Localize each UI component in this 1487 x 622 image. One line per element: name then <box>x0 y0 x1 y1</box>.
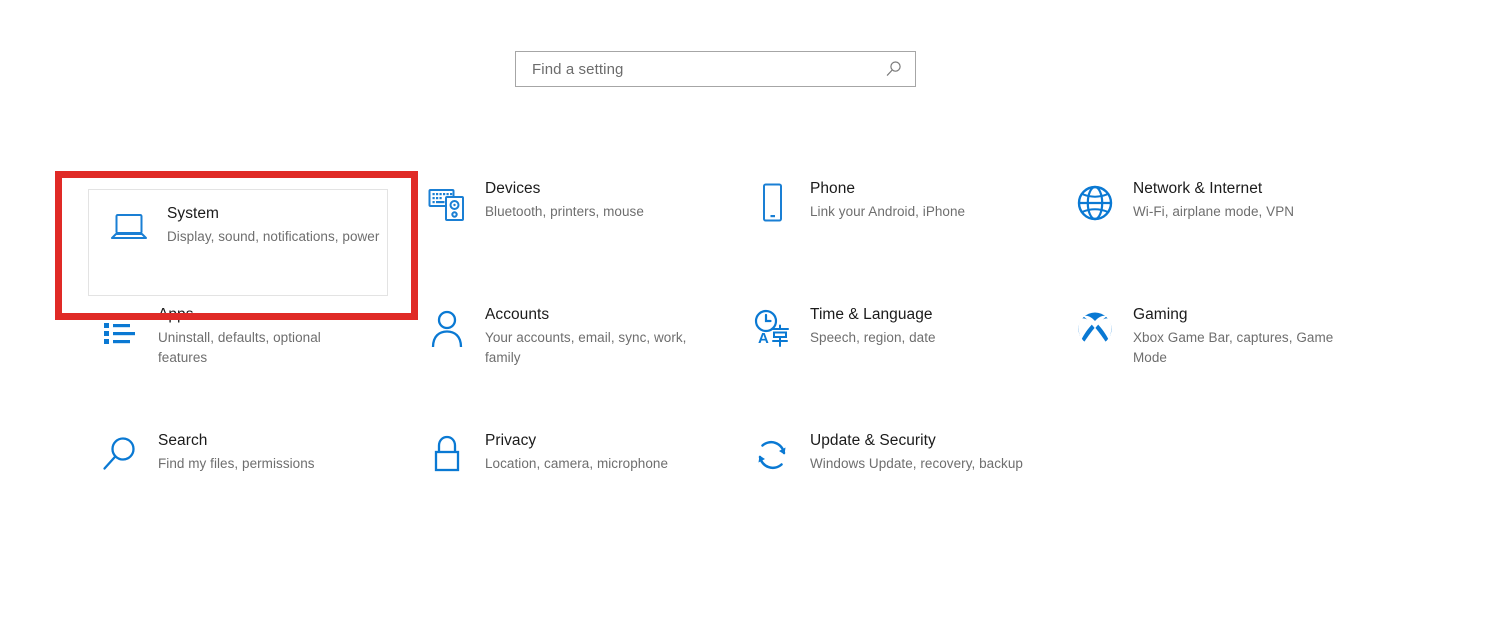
tile-privacy[interactable]: Privacy Location, camera, microphone <box>421 423 721 533</box>
tile-row: System Display, sound, notifications, po… <box>0 171 1487 297</box>
tile-text: Search Find my files, permissions <box>146 423 315 474</box>
xbox-icon <box>1069 303 1121 355</box>
tile-title: Accounts <box>485 306 550 323</box>
tile-desc: Display, sound, notifications, power <box>167 229 380 244</box>
tile-desc: Link your Android, iPhone <box>810 204 966 219</box>
tile-text: Privacy Location, camera, microphone <box>473 423 668 474</box>
tile-text: Devices Bluetooth, printers, mouse <box>473 171 644 222</box>
tile-time-language[interactable]: A Time & Language Speech, region, date <box>746 297 1046 407</box>
search-icon[interactable] <box>879 54 909 84</box>
search-input[interactable] <box>530 59 879 79</box>
tile-search[interactable]: Search Find my files, permissions <box>94 423 394 533</box>
tile-update-security[interactable]: Update & Security Windows Update, recove… <box>746 423 1046 533</box>
globe-icon <box>1069 177 1121 229</box>
tile-text: Gaming Xbox Game Bar, captures, Game Mod… <box>1121 297 1348 367</box>
tile-devices[interactable]: Devices Bluetooth, printers, mouse <box>421 171 721 281</box>
tile-text: Phone Link your Android, iPhone <box>798 171 965 222</box>
tile-title: Privacy <box>485 432 537 449</box>
refresh-icon <box>746 429 798 481</box>
keyboard-device-icon <box>421 177 473 229</box>
tile-desc: Find my files, permissions <box>158 456 315 471</box>
tile-title: Devices <box>485 180 541 197</box>
tile-text: Time & Language Speech, region, date <box>798 297 936 348</box>
tile-desc: Speech, region, date <box>810 330 936 345</box>
tile-desc: Xbox Game Bar, captures, Game Mode <box>1133 330 1334 365</box>
tile-desc: Your accounts, email, sync, work, family <box>485 330 687 365</box>
tile-gaming[interactable]: Gaming Xbox Game Bar, captures, Game Mod… <box>1069 297 1369 407</box>
list-icon <box>94 303 146 355</box>
tile-text: Accounts Your accounts, email, sync, wor… <box>473 297 700 367</box>
tile-title: System <box>167 205 219 222</box>
lock-icon <box>421 429 473 481</box>
tile-system[interactable]: System Display, sound, notifications, po… <box>88 189 388 296</box>
tile-desc: Wi-Fi, airplane mode, VPN <box>1133 204 1295 219</box>
settings-search[interactable] <box>515 51 916 87</box>
tile-row: Apps Uninstall, defaults, optional featu… <box>0 297 1487 423</box>
tile-text: Network & Internet Wi-Fi, airplane mode,… <box>1121 171 1294 222</box>
tile-row: Search Find my files, permissions Privac… <box>0 423 1487 549</box>
svg-text:A: A <box>758 330 769 347</box>
tile-text: System Display, sound, notifications, po… <box>155 190 379 247</box>
person-icon <box>421 303 473 355</box>
tile-phone[interactable]: Phone Link your Android, iPhone <box>746 171 1046 281</box>
tile-desc: Bluetooth, printers, mouse <box>485 204 644 219</box>
search-box[interactable] <box>515 51 916 87</box>
tile-title: Network & Internet <box>1133 180 1263 197</box>
tile-network-internet[interactable]: Network & Internet Wi-Fi, airplane mode,… <box>1069 171 1369 281</box>
clock-language-icon: A <box>746 303 798 355</box>
phone-icon <box>746 177 798 229</box>
tile-text: Update & Security Windows Update, recove… <box>798 423 1023 474</box>
tile-title: Search <box>158 432 208 449</box>
tile-title: Update & Security <box>810 432 936 449</box>
tile-desc: Location, camera, microphone <box>485 456 668 471</box>
tile-title: Time & Language <box>810 306 933 323</box>
tile-apps[interactable]: Apps Uninstall, defaults, optional featu… <box>94 297 394 407</box>
tile-desc: Windows Update, recovery, backup <box>810 456 1023 471</box>
tile-title: Phone <box>810 180 856 197</box>
magnifier-icon <box>94 429 146 481</box>
tile-title: Apps <box>158 306 194 323</box>
tile-accounts[interactable]: Accounts Your accounts, email, sync, wor… <box>421 297 721 407</box>
tile-text: Apps Uninstall, defaults, optional featu… <box>146 297 373 367</box>
settings-tile-grid: System Display, sound, notifications, po… <box>0 171 1487 549</box>
tile-title: Gaming <box>1133 306 1188 323</box>
tile-desc: Uninstall, defaults, optional features <box>158 330 321 365</box>
laptop-icon <box>103 202 155 254</box>
